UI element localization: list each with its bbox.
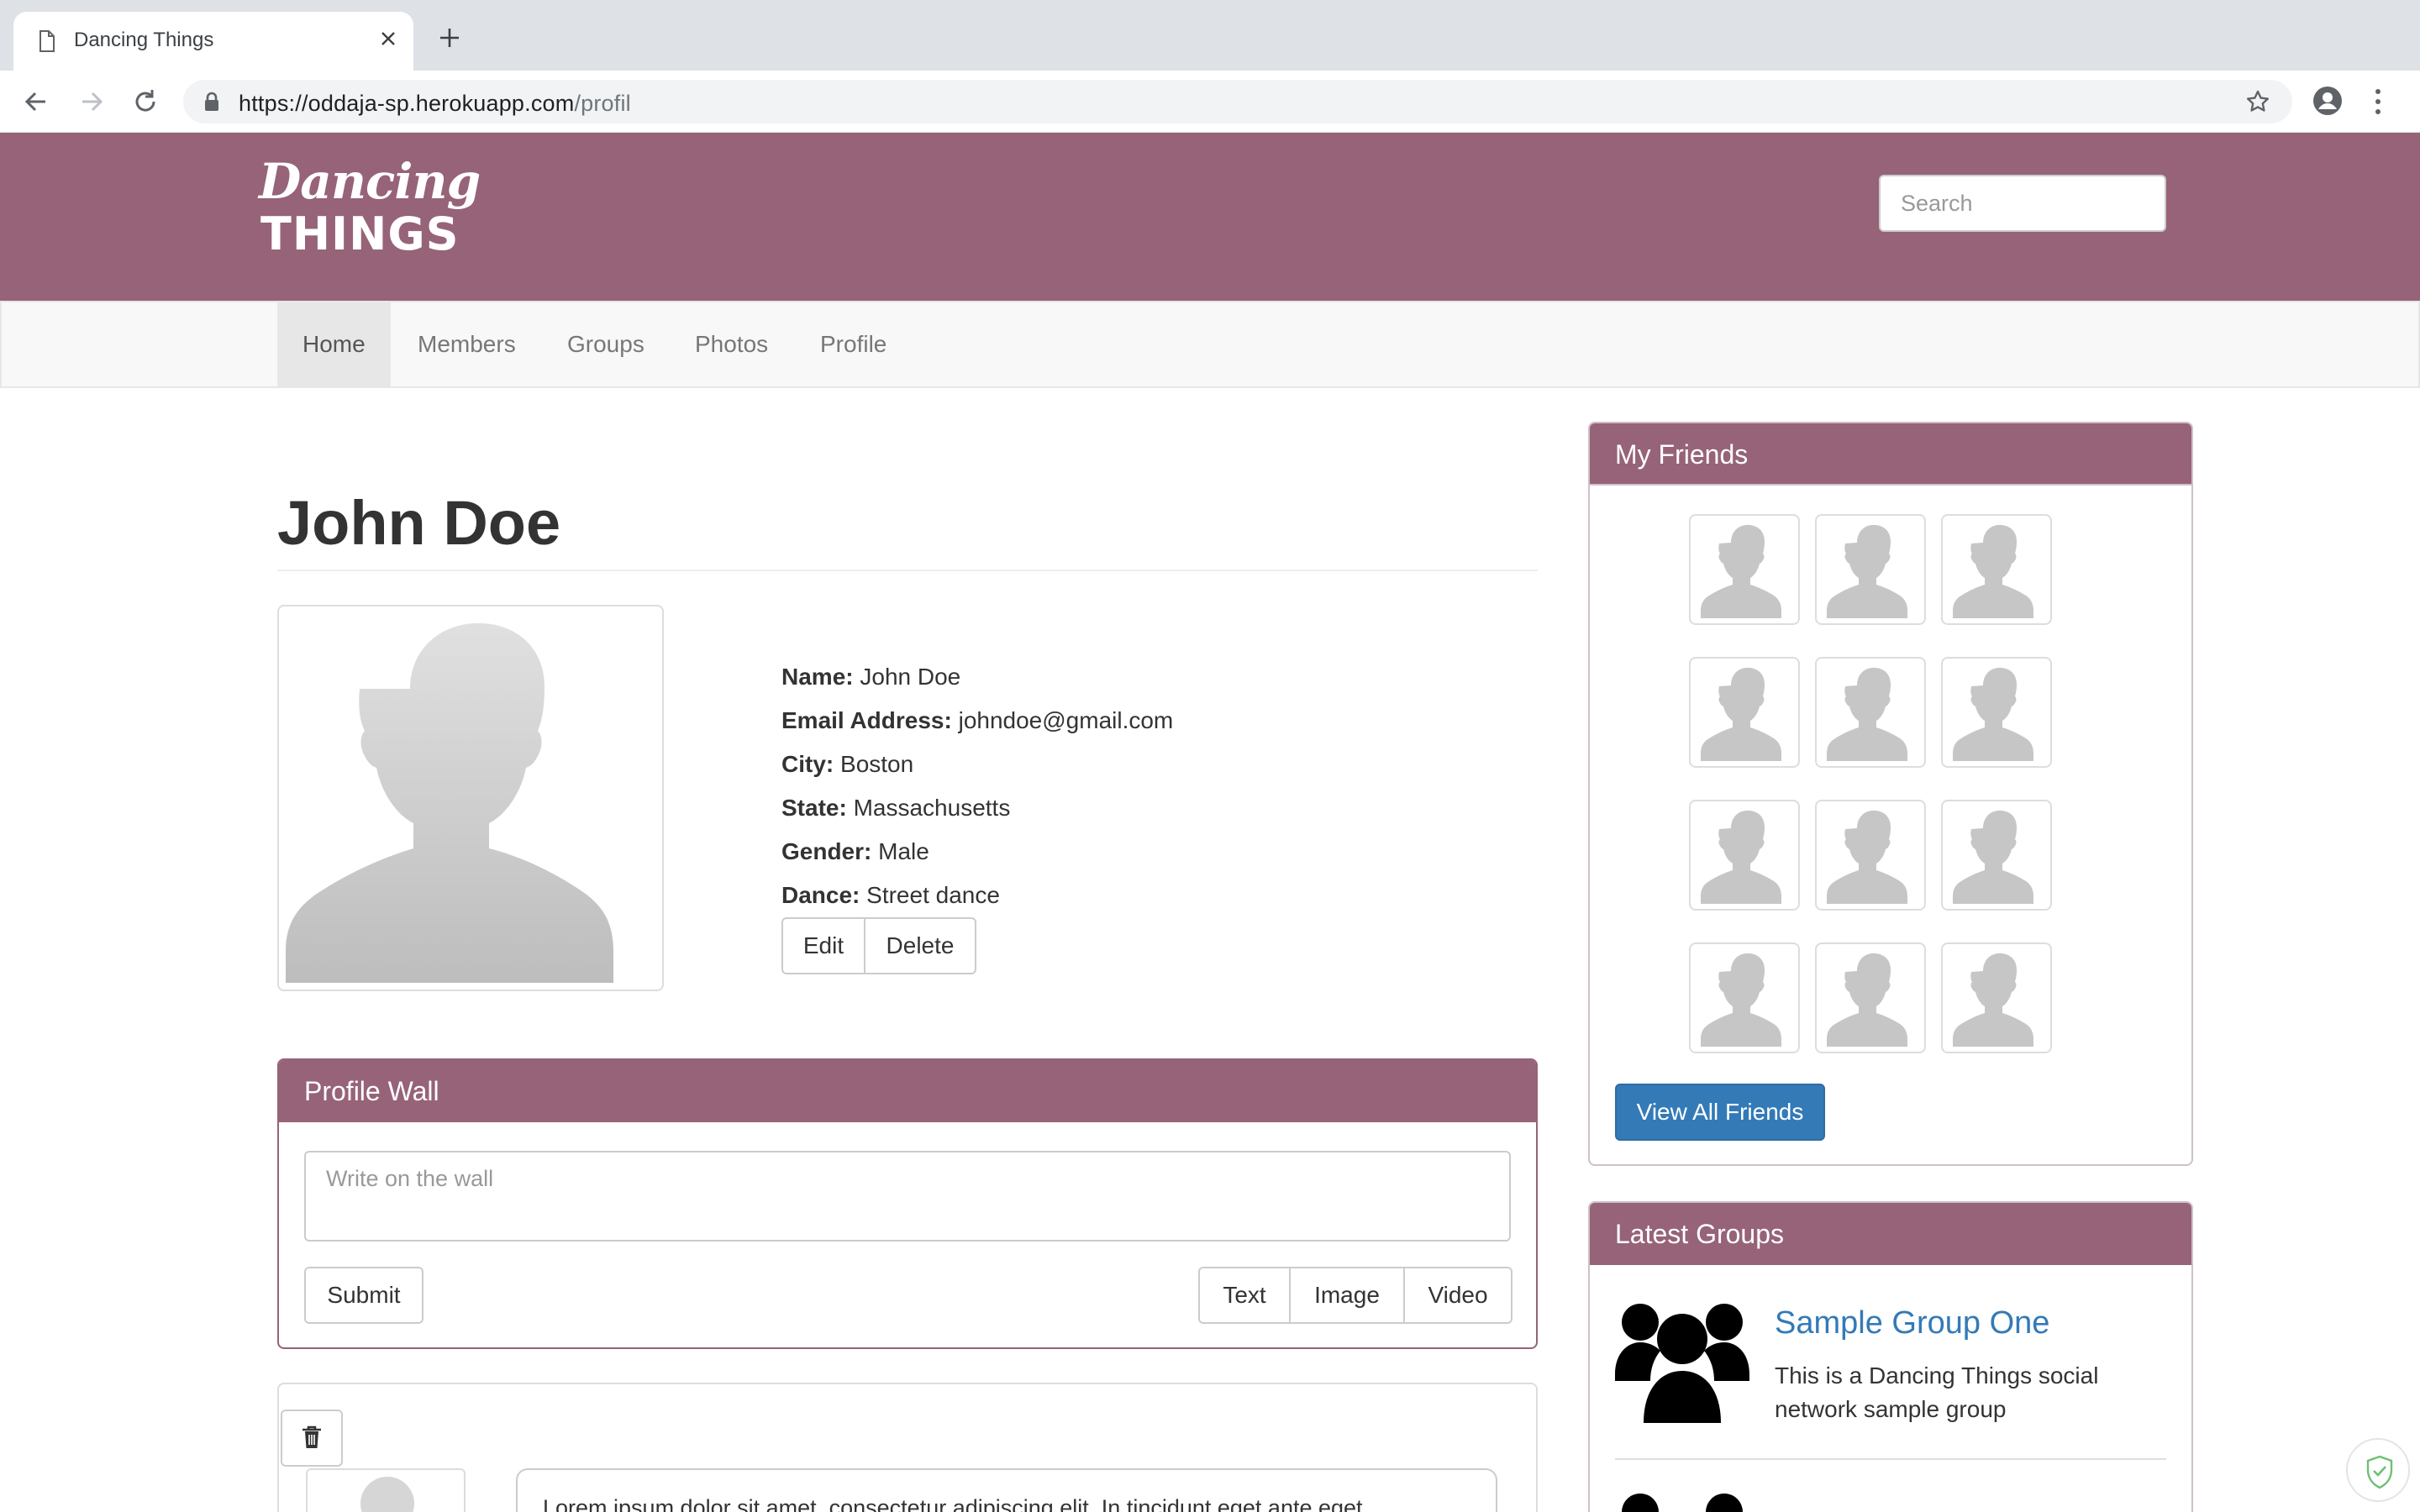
view-all-friends-button[interactable]: View All Friends: [1615, 1084, 1825, 1141]
wall-post: Lorem ipsum dolor sit amet, consectetur …: [277, 1383, 1538, 1512]
avatar-silhouette-icon: [1696, 949, 1793, 1047]
friend-thumbnail[interactable]: [1815, 657, 1926, 768]
avatar-silhouette-icon: [1696, 664, 1793, 761]
trash-icon: [302, 1425, 321, 1448]
post-text: Lorem ipsum dolor sit amet, consectetur …: [516, 1468, 1497, 1512]
detail-row-city: City: Boston: [781, 751, 914, 777]
page-title: John Doe: [277, 488, 561, 558]
avatar-silhouette-icon: [1822, 521, 1919, 618]
post-type-video-button[interactable]: Video: [1405, 1267, 1512, 1324]
document-icon: [39, 30, 55, 56]
site-logo[interactable]: Dancing THINGS: [259, 153, 481, 260]
shield-check-icon[interactable]: [2346, 1438, 2410, 1502]
avatar-silhouette-icon: [1948, 521, 2045, 618]
post-type-text-button[interactable]: Text: [1198, 1267, 1291, 1324]
post-author-avatar: [306, 1468, 466, 1512]
tab-title: Dancing Things: [74, 29, 214, 51]
browser-tabstrip: Dancing Things: [0, 0, 2420, 71]
panel-heading: Latest Groups: [1590, 1203, 2191, 1265]
group-description: This is a Dancing Things social network …: [1775, 1362, 2099, 1422]
group-users-icon: [1615, 1487, 1749, 1512]
latest-groups-panel: Latest Groups Sample Group One This is a…: [1588, 1201, 2193, 1512]
forward-arrow-icon[interactable]: [76, 86, 108, 118]
detail-row-state: State: Massachusetts: [781, 795, 1011, 821]
my-friends-panel: My Friends View All Friends: [1588, 422, 2193, 1166]
divider: [1615, 1458, 2166, 1460]
browser-menu-icon[interactable]: [2373, 87, 2383, 120]
wall-post-input[interactable]: [304, 1151, 1511, 1242]
panel-heading: Profile Wall: [279, 1060, 1536, 1122]
delete-profile-button[interactable]: Delete: [865, 917, 976, 974]
post-type-image-button[interactable]: Image: [1291, 1267, 1405, 1324]
reload-icon[interactable]: [129, 86, 161, 118]
logo-line-2: THINGS: [260, 207, 460, 260]
avatar-silhouette-icon: [1948, 949, 2045, 1047]
url-text: https://oddaja-sp.herokuapp.com/profil: [239, 91, 631, 116]
friend-thumbnail[interactable]: [1689, 514, 1800, 625]
main-nav: Home Members Groups Photos Profile: [0, 301, 2420, 388]
avatar-silhouette-icon: [1948, 664, 2045, 761]
close-tab-icon[interactable]: [378, 29, 398, 53]
back-arrow-icon[interactable]: [20, 86, 52, 118]
avatar-silhouette-icon: [1822, 949, 1919, 1047]
profile-details: Name: John Doe Email Address: johndoe@gm…: [781, 660, 1173, 922]
friend-thumbnail[interactable]: [1815, 800, 1926, 911]
friend-thumbnail[interactable]: [1941, 657, 2052, 768]
group-users-icon: [1615, 1297, 1749, 1429]
search-input[interactable]: [1879, 175, 2166, 232]
site-header: Dancing THINGS: [0, 133, 2420, 301]
friend-thumbnail[interactable]: [1689, 657, 1800, 768]
avatar-silhouette-icon: [1822, 664, 1919, 761]
edit-profile-button[interactable]: Edit: [781, 917, 865, 974]
new-tab-icon[interactable]: [439, 27, 460, 53]
avatar-silhouette-icon: [1696, 806, 1793, 904]
friend-thumbnail[interactable]: [1815, 514, 1926, 625]
detail-row-gender: Gender: Male: [781, 838, 929, 864]
avatar-silhouette-icon: [1948, 806, 2045, 904]
nav-item-photos[interactable]: Photos: [670, 302, 793, 386]
lock-icon[interactable]: [203, 92, 220, 116]
detail-row-name: Name: John Doe: [781, 664, 961, 690]
avatar-silhouette-icon: [1696, 521, 1793, 618]
profile-wall-panel: Profile Wall Submit Text Image Video: [277, 1058, 1538, 1349]
panel-heading: My Friends: [1590, 423, 2191, 486]
nav-item-profile[interactable]: Profile: [795, 302, 912, 386]
avatar-silhouette-icon: [360, 1477, 414, 1512]
nav-item-groups[interactable]: Groups: [542, 302, 670, 386]
divider: [277, 570, 1538, 571]
account-icon[interactable]: [2312, 86, 2343, 120]
avatar-silhouette-icon: [286, 622, 613, 983]
friend-thumbnail[interactable]: [1689, 942, 1800, 1053]
delete-post-button[interactable]: [281, 1410, 343, 1467]
address-bar[interactable]: https://oddaja-sp.herokuapp.com/profil: [183, 80, 2292, 123]
detail-row-email: Email Address: johndoe@gmail.com: [781, 707, 1174, 733]
detail-row-dance: Dance: Street dance: [781, 882, 1000, 908]
friend-thumbnail[interactable]: [1815, 942, 1926, 1053]
friend-thumbnail[interactable]: [1941, 942, 2052, 1053]
friend-thumbnail[interactable]: [1941, 800, 2052, 911]
avatar-silhouette-icon: [1822, 806, 1919, 904]
nav-item-home[interactable]: Home: [277, 302, 391, 386]
browser-toolbar: https://oddaja-sp.herokuapp.com/profil: [0, 71, 2420, 133]
friend-thumbnail[interactable]: [1689, 800, 1800, 911]
nav-item-members[interactable]: Members: [392, 302, 541, 386]
browser-tab[interactable]: Dancing Things: [13, 12, 413, 71]
bookmark-star-icon[interactable]: [2245, 89, 2270, 118]
profile-avatar: [277, 605, 664, 991]
friend-thumbnail[interactable]: [1941, 514, 2052, 625]
logo-line-1: Dancing: [259, 153, 481, 210]
submit-post-button[interactable]: Submit: [304, 1267, 424, 1324]
group-title-link[interactable]: Sample Group One: [1775, 1305, 2049, 1341]
